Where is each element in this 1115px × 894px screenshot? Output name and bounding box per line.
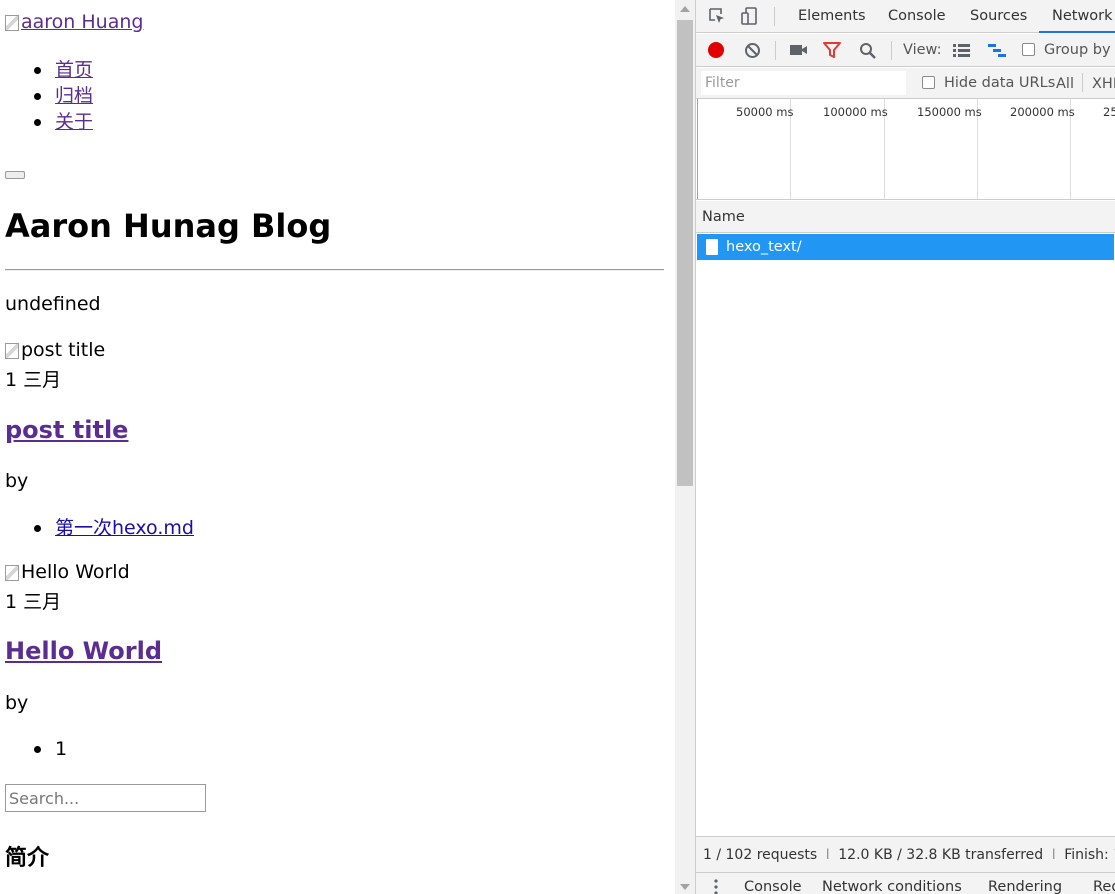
undefined-text: undefined — [5, 293, 101, 315]
broken-image-icon — [5, 15, 19, 31]
post-date: 1 三月 — [5, 591, 62, 613]
finish-time: Finish: 10.... — [1064, 847, 1115, 863]
network-status-bar: 1 / 102 requests I 12.0 KB / 32.8 KB tra… — [696, 836, 1115, 872]
post-author: by — [5, 470, 29, 492]
menu-toggle-button[interactable] — [5, 171, 25, 179]
timeline-tick: 200000 ms — [1010, 105, 1075, 119]
post-author: by — [5, 692, 29, 714]
status-separator: I — [825, 847, 830, 863]
document-icon — [706, 239, 718, 255]
devtools-tab-bar: Elements Console Sources Network — [696, 0, 1115, 33]
toolbar-separator — [775, 41, 776, 60]
transferred-size: 12.0 KB / 32.8 KB transferred — [838, 847, 1044, 863]
intro-heading: 简介 — [5, 846, 50, 871]
post-tags: 第一次hexo.md — [0, 515, 194, 541]
timeline-marker — [697, 99, 698, 199]
blog-page: aaron Huang 首页 归档 关于 Aaron Hunag Blog un… — [0, 0, 675, 894]
nav-item-about: 关于 — [0, 109, 93, 135]
divider — [5, 269, 664, 271]
hide-data-urls-checkbox[interactable] — [922, 76, 935, 89]
post-image: post title — [5, 339, 105, 361]
waterfall-overview-icon[interactable] — [987, 43, 1007, 58]
drawer-tab-console[interactable]: Console — [744, 879, 802, 894]
filter-type-xhr[interactable]: XHR — [1092, 76, 1115, 92]
post-title: post title — [5, 416, 128, 444]
name-column-header[interactable]: Name — [696, 201, 1115, 233]
drawer-tab-bar: Console Network conditions Rendering Req — [696, 872, 1115, 894]
site-title: Aaron Hunag Blog — [5, 207, 332, 245]
hide-data-urls-label: Hide data URLs — [944, 75, 1056, 91]
status-separator: I — [1051, 847, 1056, 863]
timeline-tick: 100000 ms — [823, 105, 888, 119]
more-options-icon[interactable] — [714, 879, 718, 894]
devtools-panel: Elements Console Sources Network View: G… — [695, 0, 1115, 894]
clear-icon[interactable] — [744, 42, 761, 59]
record-icon[interactable] — [708, 42, 724, 58]
group-by-frame-checkbox[interactable] — [1022, 43, 1035, 56]
nav-link-about[interactable]: 关于 — [55, 111, 93, 133]
nav-item-home: 首页 — [0, 57, 93, 83]
toolbar-separator — [891, 41, 892, 60]
broken-image-icon — [5, 343, 19, 359]
search-icon[interactable] — [859, 42, 877, 60]
post-title: Hello World — [5, 637, 162, 665]
filter-input[interactable] — [701, 71, 906, 95]
filter-bar: Hide data URLs All XHR — [696, 68, 1115, 99]
page-scrollbar[interactable] — [675, 0, 695, 894]
timeline-tick: 150000 ms — [917, 105, 982, 119]
drawer-tab-network-conditions[interactable]: Network conditions — [822, 879, 962, 894]
scroll-up-arrow-icon[interactable] — [680, 6, 690, 12]
request-count: 1 / 102 requests — [703, 847, 818, 863]
tag-link[interactable]: 第一次hexo.md — [55, 517, 194, 539]
drawer-tab-rendering[interactable]: Rendering — [988, 879, 1062, 894]
tab-sources[interactable]: Sources — [970, 0, 1027, 33]
scroll-down-arrow-icon[interactable] — [680, 884, 690, 890]
inspect-element-icon[interactable] — [708, 7, 726, 25]
device-toolbar-icon[interactable] — [740, 6, 760, 26]
tab-console[interactable]: Console — [888, 0, 946, 33]
post-date: 1 三月 — [5, 369, 62, 391]
request-row[interactable]: hexo_text/ — [697, 234, 1114, 260]
search-input[interactable] — [5, 784, 206, 812]
post-tags: 1 — [0, 736, 67, 762]
broken-image-icon — [5, 565, 19, 581]
tag-item: 1 — [0, 736, 67, 762]
tag-item: 第一次hexo.md — [0, 515, 194, 541]
timeline-overview[interactable]: 50000 ms 100000 ms 150000 ms 200000 ms 2… — [696, 99, 1115, 200]
request-name: hexo_text/ — [726, 239, 802, 255]
network-toolbar: View: Group by f — [696, 34, 1115, 67]
nav-link-archive[interactable]: 归档 — [55, 85, 93, 107]
view-label: View: — [903, 42, 942, 58]
scrollbar-thumb[interactable] — [677, 20, 693, 486]
toolbar-separator — [1082, 73, 1083, 92]
filter-type-all[interactable]: All — [1056, 76, 1074, 92]
large-rows-icon[interactable] — [952, 43, 971, 58]
site-logo-link[interactable]: aaron Huang — [5, 11, 143, 33]
timeline-tick: 50000 ms — [736, 105, 794, 119]
post-title-link[interactable]: post title — [5, 416, 128, 444]
filter-icon[interactable] — [823, 42, 841, 59]
tab-separator — [774, 7, 775, 26]
capture-screenshots-icon[interactable] — [789, 43, 808, 57]
drawer-tab-request-blocking[interactable]: Req — [1093, 879, 1115, 894]
nav-item-archive: 归档 — [0, 83, 93, 109]
tab-network[interactable]: Network — [1039, 0, 1115, 33]
post-title-link[interactable]: Hello World — [5, 637, 162, 665]
tab-elements[interactable]: Elements — [798, 0, 866, 33]
post-image: Hello World — [5, 561, 130, 583]
group-by-label: Group by f — [1044, 42, 1115, 58]
main-nav: 首页 归档 关于 — [0, 57, 93, 135]
nav-link-home[interactable]: 首页 — [55, 59, 93, 81]
timeline-tick: 25 — [1103, 105, 1115, 119]
